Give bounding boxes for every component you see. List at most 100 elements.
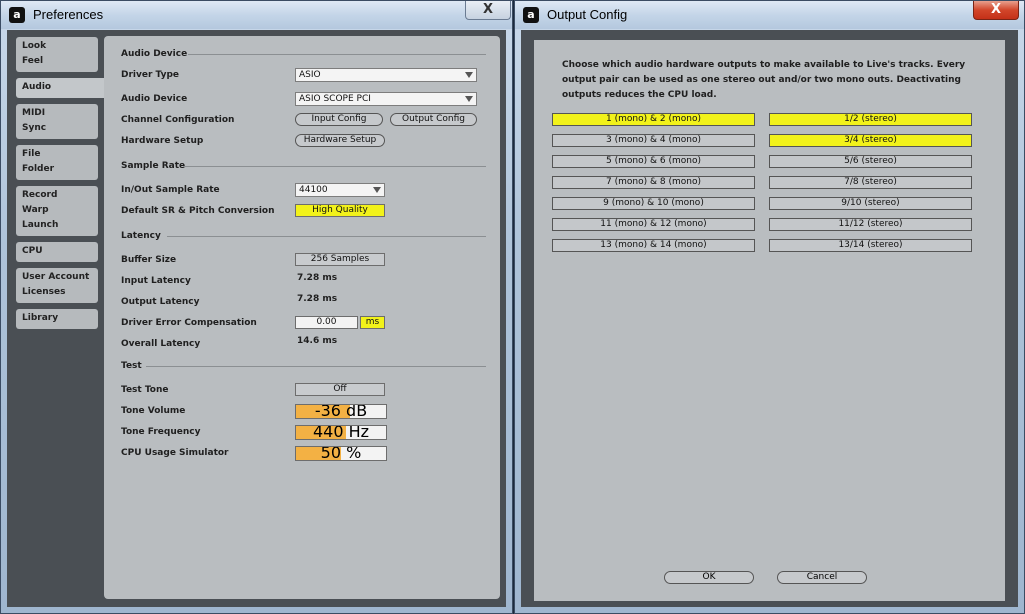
chevron-down-icon [465, 96, 473, 102]
window-title: Output Config [547, 7, 628, 22]
tab-label: File [22, 149, 41, 159]
driver-type-dropdown[interactable]: ASIO [295, 68, 477, 82]
section-divider [146, 366, 486, 367]
tab-file-folder[interactable]: File Folder [16, 145, 98, 180]
channel-configuration-label: Channel Configuration [121, 115, 235, 125]
driver-error-compensation-label: Driver Error Compensation [121, 318, 257, 328]
stereo-output-toggle[interactable]: 11/12 (stereo) [769, 218, 972, 231]
driver-error-compensation-field[interactable]: 0.00 [295, 316, 358, 329]
stereo-output-toggle[interactable]: 13/14 (stereo) [769, 239, 972, 252]
tab-user-account-licenses[interactable]: User Account Licenses [16, 268, 98, 303]
tone-frequency-value: 440 Hz [312, 425, 370, 440]
tab-label: Folder [22, 164, 55, 174]
audio-device-label: Audio Device [121, 94, 188, 104]
output-config-client: Choose which audio hardware outputs to m… [521, 30, 1018, 607]
preferences-client: Look Feel Audio MIDI Sync File Folder Re… [7, 30, 506, 607]
section-divider [167, 236, 486, 237]
tab-cpu[interactable]: CPU [16, 242, 98, 262]
cancel-button[interactable]: Cancel [777, 571, 867, 584]
stereo-output-toggle[interactable]: 9/10 (stereo) [769, 197, 972, 210]
test-tone-label: Test Tone [121, 385, 169, 395]
cpu-usage-simulator-label: CPU Usage Simulator [121, 448, 229, 458]
tab-look-feel[interactable]: Look Feel [16, 37, 98, 72]
output-config-titlebar[interactable]: a Output Config X [515, 1, 1024, 29]
mono-output-toggle[interactable]: 13 (mono) & 14 (mono) [552, 239, 755, 252]
tone-volume-slider[interactable]: -36 dB [295, 404, 387, 419]
tab-record-warp-launch[interactable]: Record Warp Launch [16, 186, 98, 236]
output-config-window: a Output Config X Choose which audio har… [514, 0, 1025, 614]
input-config-button[interactable]: Input Config [295, 113, 383, 126]
tab-label: Sync [22, 123, 47, 133]
output-config-description: Choose which audio hardware outputs to m… [562, 60, 966, 100]
overall-latency-value: 14.6 ms [297, 336, 338, 346]
default-sr-label: Default SR & Pitch Conversion [121, 206, 275, 216]
input-latency-value: 7.28 ms [297, 273, 338, 283]
tab-label: Audio [22, 82, 52, 92]
test-tone-toggle[interactable]: Off [295, 383, 385, 396]
mono-output-toggle[interactable]: 7 (mono) & 8 (mono) [552, 176, 755, 189]
mono-output-toggle[interactable]: 3 (mono) & 4 (mono) [552, 134, 755, 147]
tab-label: User Account [22, 272, 90, 282]
driver-error-unit-badge: ms [360, 316, 385, 329]
audio-settings-panel: Audio Device Driver Type ASIO Audio Devi… [104, 36, 500, 599]
cpu-usage-simulator-slider[interactable]: 50 % [295, 446, 387, 461]
preferences-titlebar[interactable]: a Preferences X [1, 1, 512, 29]
tab-label: Launch [22, 220, 59, 230]
output-latency-value: 7.28 ms [297, 294, 338, 304]
preferences-sidebar: Look Feel Audio MIDI Sync File Folder Re… [16, 37, 105, 335]
driver-type-value: ASIO [299, 70, 321, 80]
driver-type-label: Driver Type [121, 70, 180, 80]
live-app-icon: a [523, 7, 539, 23]
chevron-down-icon [373, 187, 381, 193]
tone-frequency-slider[interactable]: 440 Hz [295, 425, 387, 440]
tab-midi-sync[interactable]: MIDI Sync [16, 104, 98, 139]
sample-rate-value: 44100 [299, 185, 328, 195]
mono-output-toggle[interactable]: 5 (mono) & 6 (mono) [552, 155, 755, 168]
stereo-output-toggle[interactable]: 1/2 (stereo) [769, 113, 972, 126]
overall-latency-label: Overall Latency [121, 339, 201, 349]
buffer-size-field[interactable]: 256 Samples [295, 253, 385, 266]
output-config-button[interactable]: Output Config [390, 113, 477, 126]
stereo-output-toggle[interactable]: 7/8 (stereo) [769, 176, 972, 189]
section-heading-test: Test [121, 361, 142, 371]
output-config-panel: Choose which audio hardware outputs to m… [534, 40, 1005, 601]
tab-label: Record [22, 190, 58, 200]
mono-output-toggle[interactable]: 11 (mono) & 12 (mono) [552, 218, 755, 231]
mono-output-toggle[interactable]: 1 (mono) & 2 (mono) [552, 113, 755, 126]
tone-volume-label: Tone Volume [121, 406, 186, 416]
live-app-icon: a [9, 7, 25, 23]
tab-label: Look [22, 41, 47, 51]
pitch-conversion-toggle[interactable]: High Quality [295, 204, 385, 217]
hardware-setup-label: Hardware Setup [121, 136, 204, 146]
close-icon[interactable]: X [465, 1, 511, 20]
tab-library[interactable]: Library [16, 309, 98, 329]
tab-label: MIDI [22, 108, 46, 118]
section-heading-audio-device: Audio Device [121, 49, 188, 59]
tab-label: CPU [22, 246, 43, 256]
tab-audio[interactable]: Audio [16, 78, 105, 98]
section-heading-sample-rate: Sample Rate [121, 161, 186, 171]
tab-label: Library [22, 313, 59, 323]
section-divider [188, 54, 486, 55]
ok-button[interactable]: OK [664, 571, 754, 584]
buffer-size-label: Buffer Size [121, 255, 177, 265]
close-icon[interactable]: X [973, 1, 1019, 20]
hardware-setup-button[interactable]: Hardware Setup [295, 134, 385, 147]
chevron-down-icon [465, 72, 473, 78]
mono-output-toggle[interactable]: 9 (mono) & 10 (mono) [552, 197, 755, 210]
stereo-output-toggle[interactable]: 3/4 (stereo) [769, 134, 972, 147]
tone-volume-value: -36 dB [314, 404, 368, 419]
tab-label: Licenses [22, 287, 66, 297]
tab-label: Feel [22, 56, 44, 66]
stereo-output-toggle[interactable]: 5/6 (stereo) [769, 155, 972, 168]
output-latency-label: Output Latency [121, 297, 200, 307]
preferences-window: a Preferences X Look Feel Audio MIDI Syn… [0, 0, 513, 614]
audio-device-value: ASIO SCOPE PCI [299, 94, 371, 104]
tab-label: Warp [22, 205, 49, 215]
audio-device-dropdown[interactable]: ASIO SCOPE PCI [295, 92, 477, 106]
section-heading-latency: Latency [121, 231, 161, 241]
cpu-usage-simulator-value: 50 % [320, 446, 362, 461]
sample-rate-dropdown[interactable]: 44100 [295, 183, 385, 197]
tone-frequency-label: Tone Frequency [121, 427, 201, 437]
section-divider [183, 166, 486, 167]
